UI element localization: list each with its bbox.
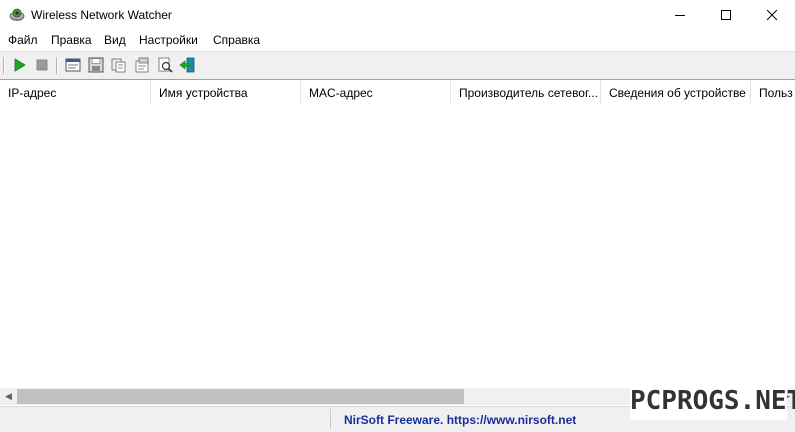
toolbar — [0, 51, 795, 80]
start-icon[interactable] — [10, 56, 28, 74]
menu-options[interactable]: Настройки — [139, 33, 198, 47]
properties-icon[interactable] — [133, 56, 151, 74]
menu-bar: Файл Правка Вид Настройки Справка — [0, 31, 795, 50]
close-button[interactable] — [749, 0, 795, 30]
column-label: Имя устройства — [159, 86, 248, 100]
column-header-device-info[interactable]: Сведения об устройстве — [601, 80, 751, 104]
device-list[interactable]: IP-адрес Имя устройства MAC-адрес Произв… — [0, 80, 795, 388]
column-header-mac[interactable]: MAC-адрес — [301, 80, 451, 104]
menu-help[interactable]: Справка — [213, 33, 260, 47]
column-header-adapter-vendor[interactable]: Производитель сетевог... — [451, 80, 601, 104]
column-label: Сведения об устройстве — [609, 86, 746, 100]
maximize-button[interactable] — [703, 0, 749, 30]
toolbar-separator — [3, 57, 5, 74]
minimize-button[interactable] — [657, 0, 703, 30]
column-label: Производитель сетевог... — [459, 86, 598, 100]
app-window: Wireless Network Watcher Файл Правка Вид… — [0, 0, 795, 432]
title-bar[interactable]: Wireless Network Watcher — [0, 0, 795, 30]
stop-icon[interactable] — [33, 56, 51, 74]
column-header-ip[interactable]: IP-адрес — [0, 80, 151, 104]
column-label: Польз — [759, 86, 793, 100]
scroll-left-button[interactable]: ◀ — [0, 388, 17, 405]
minimize-icon — [675, 15, 685, 16]
window-title: Wireless Network Watcher — [31, 8, 172, 22]
menu-file[interactable]: Файл — [8, 33, 38, 47]
menu-edit[interactable]: Правка — [51, 33, 92, 47]
menu-view[interactable]: Вид — [104, 33, 126, 47]
maximize-icon — [721, 10, 731, 20]
column-label: IP-адрес — [8, 86, 57, 100]
nirsoft-link[interactable]: NirSoft Freeware. https://www.nirsoft.ne… — [344, 413, 576, 427]
column-header-user-text[interactable]: Польз — [751, 80, 795, 104]
column-header-device-name[interactable]: Имя устройства — [151, 80, 301, 104]
save-icon[interactable] — [87, 56, 105, 74]
app-icon — [9, 8, 25, 21]
column-label: MAC-адрес — [309, 86, 373, 100]
chevron-left-icon: ◀ — [5, 391, 12, 401]
toolbar-separator — [56, 57, 58, 74]
find-icon[interactable] — [156, 56, 174, 74]
html-report-icon[interactable] — [64, 56, 82, 74]
status-panel — [0, 409, 331, 429]
scrollbar-thumb[interactable] — [17, 389, 464, 404]
watermark-logo: PCPROGS.NET — [630, 382, 795, 420]
copy-icon[interactable] — [110, 56, 128, 74]
close-icon — [766, 9, 778, 21]
exit-icon[interactable] — [179, 56, 197, 74]
